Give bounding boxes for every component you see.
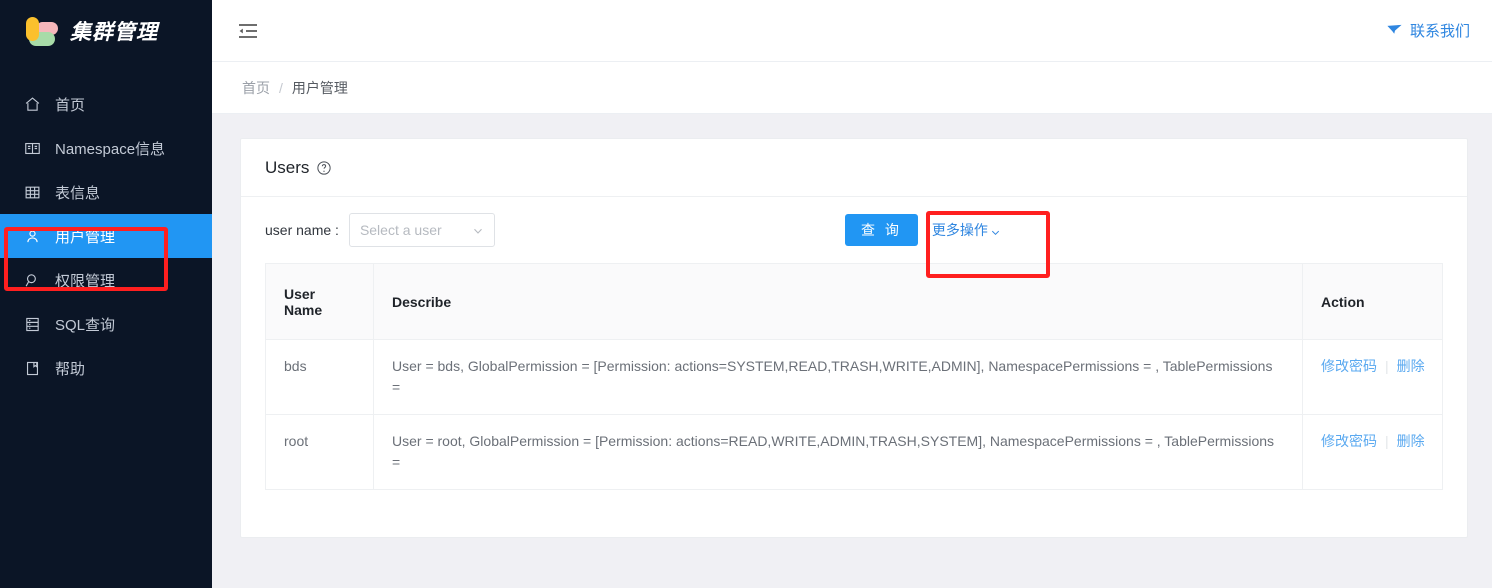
question-circle-icon[interactable] (316, 160, 332, 176)
more-actions-label: 更多操作 (931, 222, 988, 238)
menu-fold-icon[interactable] (236, 19, 260, 43)
brand-title: 集群管理 (70, 21, 158, 44)
sidebar-nav: 首页 Namespace信息 表信息 用户管理 权限管理 SQL查询 帮助 (0, 82, 212, 390)
change-password-link[interactable]: 修改密码 (1321, 431, 1377, 452)
action-divider: | (1385, 358, 1389, 374)
sidebar-item-namespace[interactable]: Namespace信息 (0, 126, 212, 170)
delete-link[interactable]: 删除 (1397, 356, 1425, 377)
delete-link[interactable]: 删除 (1397, 431, 1425, 452)
column-header-action: Action (1302, 263, 1443, 340)
users-table: User Name Describe Action bds User = bds… (265, 263, 1443, 490)
table-row: root User = root, GlobalPermission = [Pe… (265, 414, 1443, 490)
cell-user-name: root (265, 414, 374, 490)
sidebar-item-label: SQL查询 (55, 316, 116, 334)
sidebar-item-label: Namespace信息 (55, 140, 166, 158)
cell-action: 修改密码 | 删除 (1302, 339, 1443, 415)
column-header-describe: Describe (373, 263, 1303, 340)
sidebar: 集群管理 首页 Namespace信息 表信息 用户管理 权限管理 SQL查询 … (0, 0, 212, 588)
main-area: 联系我们 首页 / 用户管理 Users user name: Select … (212, 0, 1492, 588)
sidebar-item-tables[interactable]: 表信息 (0, 170, 212, 214)
query-button[interactable]: 查 询 (845, 214, 918, 246)
action-divider: | (1385, 433, 1389, 449)
page-content: Users user name : Select a user 查 询 更多操作… (212, 114, 1492, 588)
send-icon (1386, 22, 1403, 39)
user-select[interactable]: Select a user (348, 213, 495, 247)
cell-user-name: bds (265, 339, 374, 415)
cell-describe: User = root, GlobalPermission = [Permiss… (373, 414, 1303, 490)
sidebar-item-home[interactable]: 首页 (0, 82, 212, 126)
breadcrumb-home[interactable]: 首页 (242, 78, 270, 98)
sidebar-item-help[interactable]: 帮助 (0, 346, 212, 390)
user-icon (24, 228, 41, 245)
breadcrumb: 首页 / 用户管理 (212, 62, 1492, 114)
users-table-wrap: User Name Describe Action bds User = bds… (241, 263, 1467, 514)
sidebar-item-user-management[interactable]: 用户管理 (0, 214, 212, 258)
contact-us-label: 联系我们 (1409, 23, 1470, 40)
sidebar-item-label: 表信息 (55, 184, 101, 202)
chevron-down-icon (990, 225, 1001, 236)
sidebar-item-label: 首页 (55, 96, 86, 114)
column-header-user-name: User Name (265, 263, 374, 340)
filter-row: user name : Select a user 查 询 更多操作 (241, 197, 1467, 263)
filter-actions: 查 询 更多操作 (845, 214, 1001, 246)
app-root: 集群管理 首页 Namespace信息 表信息 用户管理 权限管理 SQL查询 … (0, 0, 1492, 588)
magnifier-icon (24, 272, 41, 289)
user-name-filter-label: user name : (265, 222, 339, 238)
change-password-link[interactable]: 修改密码 (1321, 356, 1377, 377)
users-table-head: User Name Describe Action (265, 263, 1443, 340)
database-icon (24, 316, 41, 333)
more-actions-dropdown[interactable]: 更多操作 (932, 220, 1001, 240)
sidebar-item-permissions[interactable]: 权限管理 (0, 258, 212, 302)
table-row: bds User = bds, GlobalPermission = [Perm… (265, 339, 1443, 415)
brand[interactable]: 集群管理 (0, 0, 212, 62)
users-card: Users user name : Select a user 查 询 更多操作… (240, 138, 1468, 538)
user-select-placeholder: Select a user (359, 222, 442, 238)
home-icon (24, 96, 41, 113)
topbar: 联系我们 (212, 0, 1492, 62)
sidebar-item-sql-query[interactable]: SQL查询 (0, 302, 212, 346)
app-logo-icon (22, 14, 58, 48)
sidebar-item-label: 权限管理 (55, 272, 116, 290)
contact-us-link[interactable]: 联系我们 (1386, 20, 1470, 41)
book-icon (24, 140, 41, 157)
users-table-body: bds User = bds, GlobalPermission = [Perm… (265, 339, 1443, 490)
table-header-row: User Name Describe Action (265, 263, 1443, 340)
chevron-down-icon (472, 224, 484, 236)
manual-icon (24, 360, 41, 377)
sidebar-item-label: 帮助 (55, 360, 86, 378)
users-card-header: Users (241, 139, 1467, 197)
cell-action: 修改密码 | 删除 (1303, 415, 1443, 490)
page-title: Users (265, 157, 310, 177)
table-grid-icon (24, 184, 41, 201)
breadcrumb-separator: / (279, 79, 283, 96)
cell-describe: User = bds, GlobalPermission = [Permissi… (373, 339, 1303, 415)
breadcrumb-current: 用户管理 (291, 79, 348, 96)
sidebar-item-label: 用户管理 (55, 228, 116, 246)
